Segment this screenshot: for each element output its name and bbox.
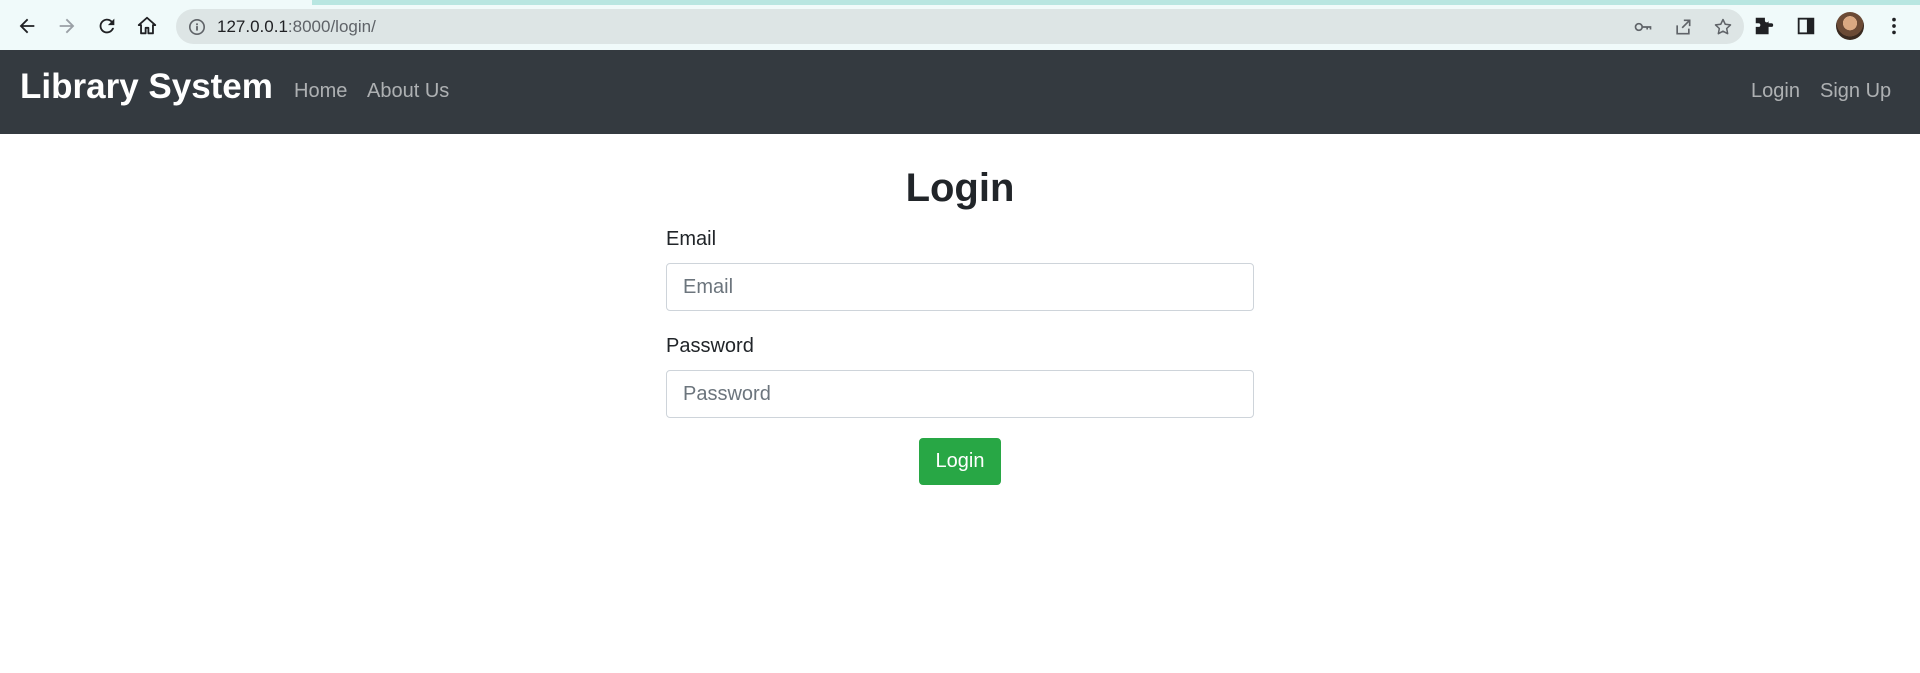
password-field[interactable]	[666, 370, 1254, 418]
back-arrow-icon[interactable]	[12, 11, 42, 41]
browser-toolbar: 127.0.0.1:8000/login/	[0, 0, 1920, 50]
reload-icon[interactable]	[92, 11, 122, 41]
side-panel-icon[interactable]	[1794, 14, 1818, 38]
site-navbar: Library System Home About Us Login Sign …	[0, 50, 1920, 134]
page-title: Login	[905, 166, 1015, 210]
login-submit-button[interactable]: Login	[919, 438, 1001, 485]
url-path: :8000/login/	[287, 16, 376, 36]
forward-arrow-icon[interactable]	[52, 11, 82, 41]
bookmark-star-icon[interactable]	[1712, 16, 1734, 38]
key-icon[interactable]	[1632, 16, 1654, 38]
tab-strip-accent	[312, 0, 1920, 5]
share-icon[interactable]	[1672, 16, 1694, 38]
address-bar[interactable]: 127.0.0.1:8000/login/	[176, 9, 1744, 44]
nav-link-about-us[interactable]: About Us	[367, 80, 449, 103]
extensions-puzzle-icon[interactable]	[1752, 14, 1776, 38]
url-host: 127.0.0.1	[217, 16, 288, 36]
home-icon[interactable]	[132, 11, 162, 41]
nav-link-sign-up[interactable]: Sign Up	[1820, 80, 1891, 103]
profile-avatar[interactable]	[1836, 12, 1864, 40]
brand-logo[interactable]: Library System	[20, 67, 273, 107]
email-label: Email	[666, 228, 717, 250]
nav-link-login[interactable]: Login	[1751, 80, 1800, 103]
address-url: 127.0.0.1:8000/login/	[217, 17, 376, 37]
email-field[interactable]	[666, 263, 1254, 311]
more-menu-icon[interactable]	[1882, 14, 1906, 38]
site-info-icon[interactable]	[187, 17, 207, 37]
nav-link-home[interactable]: Home	[294, 80, 347, 103]
password-label: Password	[666, 335, 754, 357]
